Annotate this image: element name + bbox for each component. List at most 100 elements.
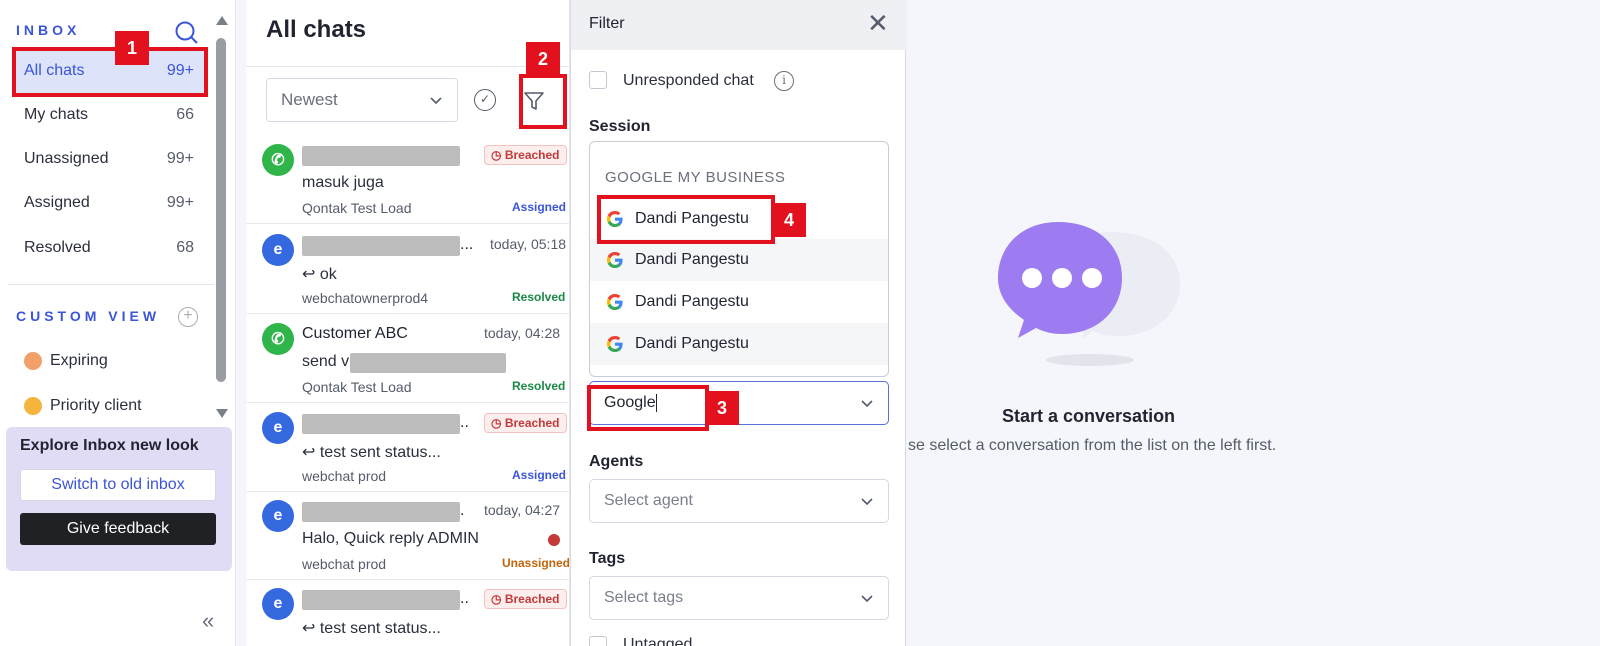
custom-view-expiring[interactable]: Expiring [24,352,108,370]
scroll-up-arrow-icon[interactable] [216,16,228,25]
custom-view-priority-client[interactable]: Priority client [24,397,142,415]
sidebar-item-count: 66 [176,106,194,123]
switch-to-old-inbox-button[interactable]: Switch to old inbox [20,469,216,501]
chat-list-item[interactable]: ✆ Customer ABC today, 04:28 send v Qonta… [246,313,569,403]
sidebar-item-my-chats[interactable]: My chats 66 [14,93,204,137]
scroll-thumb[interactable] [216,38,226,382]
status-badge: Resolved [512,379,566,393]
custom-view-heading: CUSTOM VIEW [16,308,161,324]
sidebar-item-assigned[interactable]: Assigned 99+ [14,181,204,225]
scroll-down-arrow-icon[interactable] [216,409,228,418]
annotation-box-4 [597,195,775,244]
tags-select[interactable]: Select tags [589,576,889,620]
breached-badge: ◷ Breached [484,589,567,609]
blurred-contact-name [302,236,460,256]
annotation-number-2: 2 [526,42,560,76]
chevron-down-icon [861,498,873,506]
chat-name-ellipsis: .. [460,590,469,607]
reply-icon: ↩ [302,266,320,283]
chat-list-item[interactable]: e . today, 04:27 Halo, Quick reply ADMIN… [246,490,570,580]
sidebar-item-count: 99+ [166,194,194,211]
chat-bubble-illustration [998,222,1180,366]
check-circle-icon[interactable]: ✓ [474,89,496,111]
annotation-number-3: 3 [705,391,739,425]
chat-source: Qontak Test Load [302,200,412,216]
tags-label: Tags [589,550,626,567]
untagged-label: Untagged [623,636,693,646]
unread-dot [548,534,560,546]
chat-time: today, 04:28 [484,325,561,341]
chat-time: today, 04:27 [484,502,561,518]
sidebar-item-label: Assigned [24,194,90,211]
collapse-sidebar-icon[interactable]: « [202,608,214,634]
annotation-box-2 [519,74,567,129]
chat-last-message: ↩ ok [302,266,337,283]
webchat-icon: e [262,234,294,266]
whatsapp-icon: ✆ [262,144,294,176]
status-badge: Assigned [512,200,567,214]
sidebar-divider [8,284,214,285]
custom-view-label: Expiring [50,352,108,369]
chat-last-message: ↩ test sent status... [302,444,441,461]
status-badge: Unassigned [502,556,570,570]
chat-list-item[interactable]: e .. ◷ Breached ↩ test sent status... we… [246,402,569,492]
breached-badge: ◷ Breached [484,413,567,433]
session-dropdown-menu: GOOGLE MY BUSINESS Dandi Pangestu Dandi … [589,141,889,377]
session-option[interactable]: Dandi Pangestu [590,323,888,365]
webchat-icon: e [262,412,294,444]
unresponded-checkbox[interactable] [589,71,607,89]
status-badge: Assigned [512,468,567,482]
sidebar-item-resolved[interactable]: Resolved 68 [14,226,204,270]
chat-name-ellipsis: ... [460,236,474,253]
chat-contact-name: Customer ABC [302,325,408,342]
chat-name-ellipsis: . [460,502,465,519]
session-label: Session [589,118,651,135]
blurred-contact-name [302,502,460,522]
google-icon [607,252,623,268]
blurred-contact-name [302,414,460,434]
chat-last-message: ↩ test sent status... [302,620,441,637]
chat-time: today, 05:18 [490,236,567,252]
session-option-label: Dandi Pangestu [635,251,749,268]
agents-select[interactable]: Select agent [589,479,889,523]
sidebar-item-label: My chats [24,106,89,123]
session-option[interactable]: Dandi Pangestu [590,239,888,281]
header-divider [246,66,569,67]
add-custom-view-icon[interactable]: + [178,307,198,327]
chat-list-item[interactable]: ✆ ◷ Breached masuk juga Qontak Test Load… [246,134,569,224]
chat-source: Qontak Test Load [302,379,412,395]
explore-title: Explore Inbox new look [20,437,199,454]
chat-last-message: Halo, Quick reply ADMIN [302,530,479,547]
chevron-down-icon [861,595,873,603]
agents-placeholder: Select agent [604,492,693,509]
untagged-checkbox[interactable] [589,636,607,646]
breached-badge: ◷ Breached [484,145,567,165]
session-option[interactable]: Dandi Pangestu [590,281,888,323]
info-icon[interactable]: i [774,71,794,91]
sort-select[interactable]: Newest [266,78,458,122]
chat-last-message: masuk juga [302,174,384,191]
google-icon [607,336,623,352]
chat-name-ellipsis: .. [460,414,469,431]
session-option-label: Dandi Pangestu [635,293,749,310]
sidebar-item-unassigned[interactable]: Unassigned 99+ [14,137,204,181]
give-feedback-button[interactable]: Give feedback [20,513,216,545]
chat-last-message: send v [302,353,350,370]
sidebar-item-count: 99+ [166,150,194,167]
filter-header: Filter ✕ [571,0,907,50]
chat-list-item[interactable]: e .. ◷ Breached ↩ test sent status... [246,578,569,646]
annotation-box-1 [12,47,208,97]
close-icon[interactable]: ✕ [867,10,889,36]
google-icon [607,294,623,310]
blurred-contact-name [302,590,460,610]
chevron-down-icon [430,97,442,105]
chat-list-item[interactable]: e ... today, 05:18 ↩ ok webchatownerprod… [246,224,569,314]
search-icon[interactable] [174,20,200,46]
sidebar-scrollbar[interactable] [214,16,230,418]
status-badge: Resolved [512,290,566,304]
reply-icon: ↩ [302,620,320,637]
filter-panel: Filter ✕ Unresponded chat i Session GOOG… [570,0,907,646]
annotation-number-4: 4 [772,203,806,237]
annotation-number-1: 1 [115,31,149,65]
blurred-message-text [350,353,506,373]
